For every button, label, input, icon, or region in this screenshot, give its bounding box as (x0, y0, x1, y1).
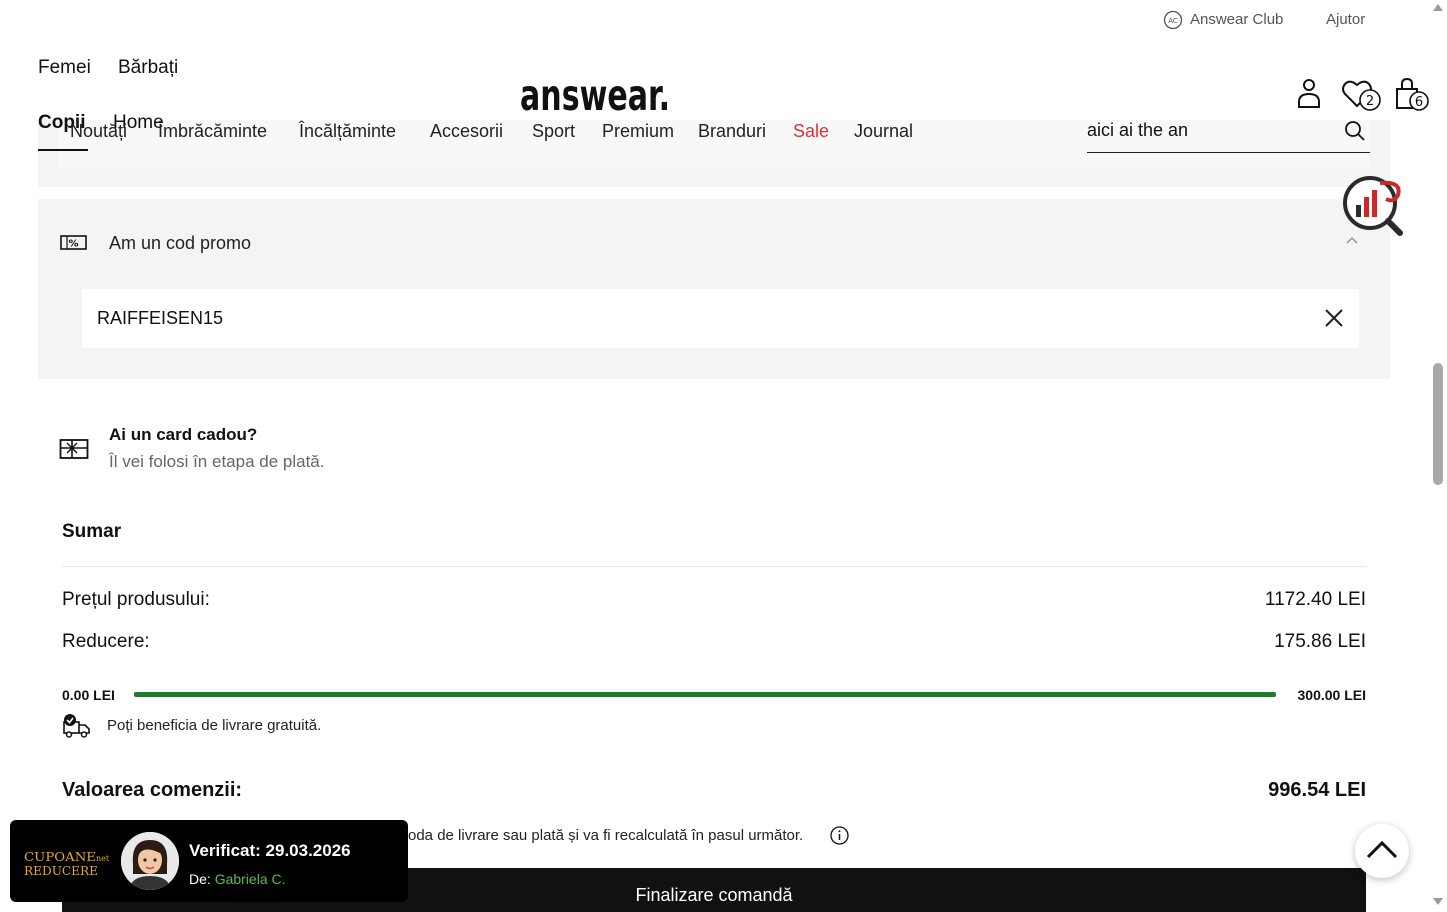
coupon-verifier-label: De: (189, 871, 211, 887)
nav-category-sport[interactable]: Sport (532, 121, 575, 142)
nav-category-premium[interactable]: Premium (602, 121, 674, 142)
search-input[interactable]: aici ai the an (1087, 120, 1188, 141)
shipping-progress-min: 0.00 LEI (62, 687, 115, 703)
coupon-verifier-name: Gabriela C. (214, 871, 286, 887)
nav-category-clothing[interactable]: Îmbrăcăminte (158, 121, 267, 142)
order-total-value: 996.54 LEI (1268, 779, 1366, 801)
cupoane-reducere-logo[interactable]: CUPOANE net REDUCERE (22, 848, 114, 878)
discount-value: 175.86 LEI (1274, 631, 1366, 652)
order-total-label: Valoarea comenzii: (62, 779, 243, 801)
close-icon[interactable] (1322, 306, 1346, 330)
total-recalc-note: oda de livrare sau plată și va fi recalc… (408, 827, 804, 844)
svg-text:AC: AC (1168, 17, 1178, 25)
answear-club-link[interactable]: Answear Club (1190, 11, 1283, 28)
product-price-value: 1172.40 LEI (1264, 589, 1366, 610)
verifier-avatar (121, 832, 179, 890)
promo-code-input[interactable] (82, 289, 1359, 348)
free-shipping-progress-fill (134, 692, 1276, 697)
search-underline (1087, 152, 1370, 153)
gift-card-title[interactable]: Ai un card cadou? (109, 425, 257, 445)
summary-title: Sumar (62, 521, 122, 542)
nav-category-journal[interactable]: Journal (854, 121, 913, 142)
scrollbar-thumb[interactable] (1433, 363, 1443, 485)
product-price-label: Prețul produsului: (62, 589, 210, 610)
answear-club-icon[interactable]: AC (1163, 10, 1183, 30)
info-icon[interactable] (830, 826, 849, 845)
shipping-progress-max: 300.00 LEI (1297, 687, 1367, 703)
gift-card-icon (59, 439, 89, 459)
shopping-bag-icon[interactable]: 6 (1394, 77, 1430, 113)
nav-gender-women[interactable]: Femei (38, 57, 91, 79)
svg-text:6: 6 (1415, 95, 1423, 110)
nav-category-shoes[interactable]: Încălțăminte (299, 121, 396, 142)
svg-text:2: 2 (1366, 94, 1374, 109)
gift-card-subtitle: Îl vei folosi în etapa de plată. (109, 452, 325, 471)
price-tracker-extension-icon[interactable] (1340, 175, 1406, 237)
nav-category-sale[interactable]: Sale (793, 121, 829, 142)
nav-gender-men[interactable]: Bărbați (118, 57, 178, 79)
chevron-up-icon (1366, 840, 1398, 859)
coupon-verified-date: Verificat: 29.03.2026 (189, 841, 351, 860)
summary-divider (62, 566, 1366, 567)
scroll-up-arrow-icon[interactable] (1433, 4, 1443, 11)
wishlist-heart-icon[interactable]: 2 (1341, 78, 1385, 112)
svg-text:%: % (68, 239, 78, 250)
answear-logo[interactable]: answear. (520, 74, 672, 114)
svg-text:CUPOANE: CUPOANE (24, 850, 96, 864)
promo-code-value[interactable]: RAIFFEISEN15 (97, 308, 223, 329)
free-shipping-message: Poți beneficia de livrare gratuită. (107, 717, 322, 734)
svg-text:answear.: answear. (520, 74, 670, 114)
svg-text:net: net (96, 854, 110, 863)
help-link[interactable]: Ajutor (1326, 11, 1365, 28)
svg-text:REDUCERE: REDUCERE (24, 864, 98, 878)
nav-category-new[interactable]: Noutăți (70, 121, 127, 142)
delivery-truck-check-icon (63, 714, 90, 738)
discount-label: Reducere: (62, 631, 150, 652)
back-to-top-button[interactable] (1355, 824, 1409, 878)
promo-ticket-icon: % (60, 235, 87, 250)
search-icon[interactable] (1344, 120, 1366, 142)
nav-category-brands[interactable]: Branduri (698, 121, 766, 142)
free-shipping-progress-bar (134, 692, 1276, 697)
nav-category-accessories[interactable]: Accesorii (430, 121, 503, 142)
user-account-icon[interactable] (1296, 77, 1322, 109)
scroll-down-arrow-icon[interactable] (1433, 898, 1443, 905)
promo-code-toggle[interactable]: Am un cod promo (109, 233, 251, 254)
coupon-verifier: De: Gabriela C. (189, 871, 286, 887)
active-gender-underline (38, 149, 88, 151)
